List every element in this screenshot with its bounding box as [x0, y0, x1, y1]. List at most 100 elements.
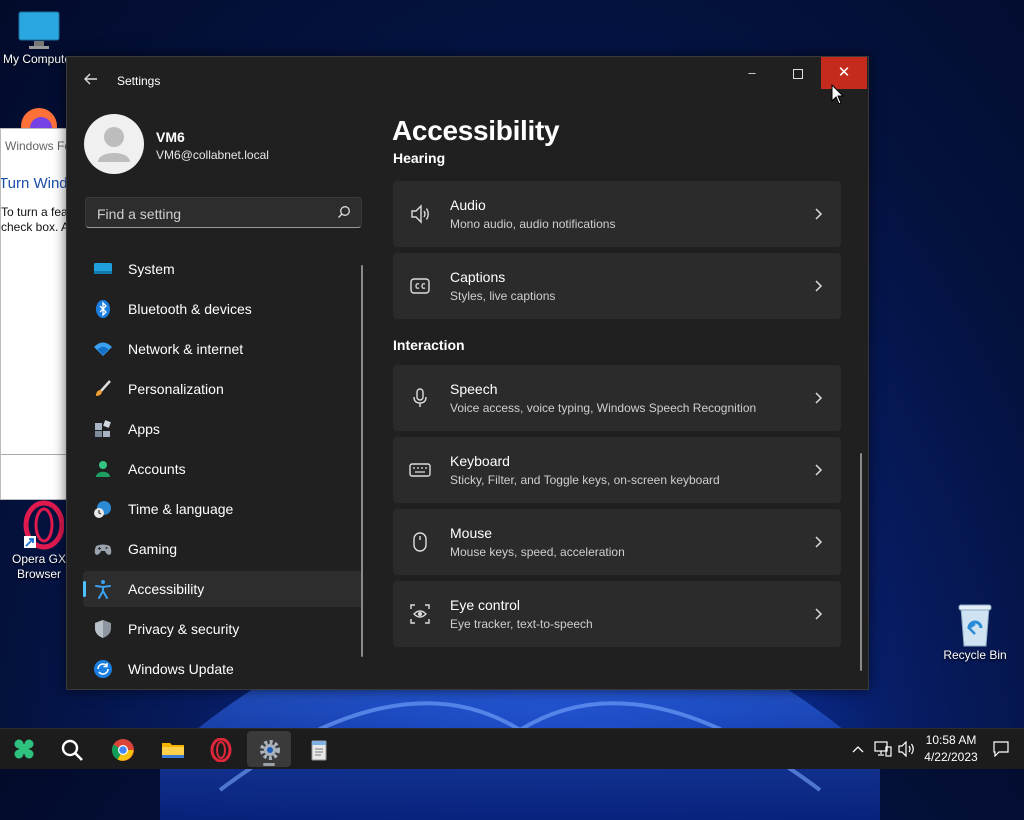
sidebar-item-label: Bluetooth & devices	[128, 301, 252, 317]
volume-tray-button[interactable]	[896, 729, 918, 769]
sidebar-item-privacy[interactable]: Privacy & security	[83, 611, 363, 647]
chevron-right-icon	[815, 536, 823, 548]
sidebar-nav: System Bluetooth & devices Network & int…	[83, 251, 363, 689]
desktop-icon-recycle-bin[interactable]: Recycle Bin	[940, 602, 1010, 663]
background-window-heading: Turn Windows features on or off	[0, 175, 71, 192]
system-clock[interactable]: 10:58 AM 4/22/2023	[916, 732, 986, 766]
title-bar[interactable]: Settings – ✕	[67, 57, 868, 105]
card-eye-control[interactable]: Eye control Eye tracker, text-to-speech	[393, 581, 841, 647]
opera-icon	[210, 738, 232, 762]
card-title: Speech	[450, 381, 498, 397]
search-icon[interactable]	[337, 205, 351, 219]
divider	[1, 454, 71, 455]
content-scrollbar[interactable]	[860, 453, 862, 671]
section-heading-interaction: Interaction	[393, 337, 465, 353]
maximize-button[interactable]	[775, 57, 821, 89]
card-speech[interactable]: Speech Voice access, voice typing, Windo…	[393, 365, 841, 431]
card-title: Captions	[450, 269, 506, 285]
desktop-icon-my-computer[interactable]: My Computer	[2, 10, 76, 67]
sidebar-item-gaming[interactable]: Gaming	[83, 531, 363, 567]
chevron-up-button[interactable]	[848, 729, 868, 769]
globe-clock-icon	[94, 501, 111, 518]
taskbar-notepad[interactable]	[296, 729, 340, 769]
chevron-right-icon	[815, 608, 823, 620]
taskbar-chrome[interactable]	[100, 729, 144, 769]
card-title: Audio	[450, 197, 486, 213]
eye-control-icon	[410, 604, 430, 624]
sidebar-item-system[interactable]: System	[83, 251, 363, 287]
card-subtitle: Mono audio, audio notifications	[450, 217, 616, 231]
sidebar-item-apps[interactable]: Apps	[83, 411, 363, 447]
sidebar-item-label: System	[128, 261, 175, 277]
card-keyboard[interactable]: Keyboard Sticky, Filter, and Toggle keys…	[393, 437, 841, 503]
sidebar-item-accessibility[interactable]: Accessibility	[83, 571, 363, 607]
sidebar-item-label: Gaming	[128, 541, 178, 557]
desktop-icon-label: My Computer	[2, 52, 76, 66]
taskbar-opera[interactable]	[198, 729, 242, 769]
taskbar-settings[interactable]	[247, 731, 291, 767]
sidebar-item-bluetooth[interactable]: Bluetooth & devices	[83, 291, 363, 327]
gamepad-icon	[94, 544, 112, 555]
sidebar-item-label: Windows Update	[128, 661, 234, 677]
sidebar-item-time-language[interactable]: Time & language	[83, 491, 363, 527]
maximize-icon	[793, 68, 803, 79]
user-email: VM6@collabnet.local	[156, 148, 269, 162]
sidebar-item-label: Accounts	[128, 461, 186, 477]
desktop-icon-label: Opera GX Browser	[11, 552, 67, 581]
settings-window[interactable]: Settings – ✕ VM6 VM6@collabnet.local Sys…	[66, 56, 869, 690]
keyboard-icon	[409, 463, 431, 477]
taskbar-file-explorer[interactable]	[150, 729, 194, 769]
background-window-text: To turn a feature on, select its check b…	[1, 205, 71, 235]
search-box[interactable]	[85, 197, 362, 229]
sidebar-scrollbar[interactable]	[361, 265, 363, 657]
card-subtitle: Mouse keys, speed, acceleration	[450, 545, 625, 559]
start-button[interactable]	[2, 729, 46, 769]
clock-date: 4/22/2023	[924, 750, 978, 764]
user-name: VM6	[156, 129, 185, 145]
card-subtitle: Voice access, voice typing, Windows Spee…	[450, 401, 757, 415]
microphone-icon	[413, 388, 427, 407]
sidebar-item-personalization[interactable]: Personalization	[83, 371, 363, 407]
avatar[interactable]	[84, 114, 144, 174]
network-tray-button[interactable]	[872, 729, 894, 769]
chevron-right-icon	[815, 280, 823, 292]
card-audio[interactable]: Audio Mono audio, audio notifications	[393, 181, 841, 247]
desktop-icon-label: Recycle Bin	[943, 648, 1007, 662]
monitor-icon	[94, 263, 112, 274]
sidebar-item-windows-update[interactable]: Windows Update	[83, 651, 363, 687]
person-icon	[96, 461, 110, 477]
selection-indicator	[83, 581, 86, 597]
card-title: Mouse	[450, 525, 493, 541]
chevron-right-icon	[815, 392, 823, 404]
sidebar-item-label: Personalization	[128, 381, 224, 397]
background-window-text-line1: To turn a feature on, select its	[1, 205, 71, 219]
background-window[interactable]: Windows Features Turn Windows features o…	[0, 128, 72, 500]
brush-icon	[96, 380, 111, 396]
captions-icon	[410, 278, 430, 294]
speaker-icon	[411, 204, 429, 224]
notifications-button[interactable]	[990, 729, 1012, 769]
start-icon	[14, 739, 34, 759]
card-subtitle: Styles, live captions	[450, 289, 556, 303]
chevron-right-icon	[815, 208, 823, 220]
opera-gx-icon	[23, 500, 64, 550]
chevron-right-icon	[815, 464, 823, 476]
card-mouse[interactable]: Mouse Mouse keys, speed, acceleration	[393, 509, 841, 575]
desktop-icon-opera-gx[interactable]: Opera GX Browser	[4, 500, 74, 582]
wifi-icon	[94, 342, 112, 356]
back-button[interactable]	[81, 71, 101, 91]
sidebar-item-accounts[interactable]: Accounts	[83, 451, 363, 487]
minimize-button[interactable]: –	[729, 57, 775, 89]
sidebar-item-label: Time & language	[128, 501, 234, 517]
computer-icon	[18, 11, 60, 49]
card-captions[interactable]: Captions Styles, live captions	[393, 253, 841, 319]
file-explorer-icon	[162, 743, 184, 758]
taskbar-search-button[interactable]	[49, 729, 93, 769]
sidebar-item-label: Accessibility	[128, 581, 205, 597]
sidebar-item-network[interactable]: Network & internet	[83, 331, 363, 367]
back-arrow-icon	[84, 73, 97, 85]
recycle-bin-icon	[958, 604, 992, 647]
shield-icon	[95, 620, 111, 638]
taskbar: 10:58 AM 4/22/2023	[0, 728, 1024, 769]
search-input[interactable]	[95, 198, 329, 229]
